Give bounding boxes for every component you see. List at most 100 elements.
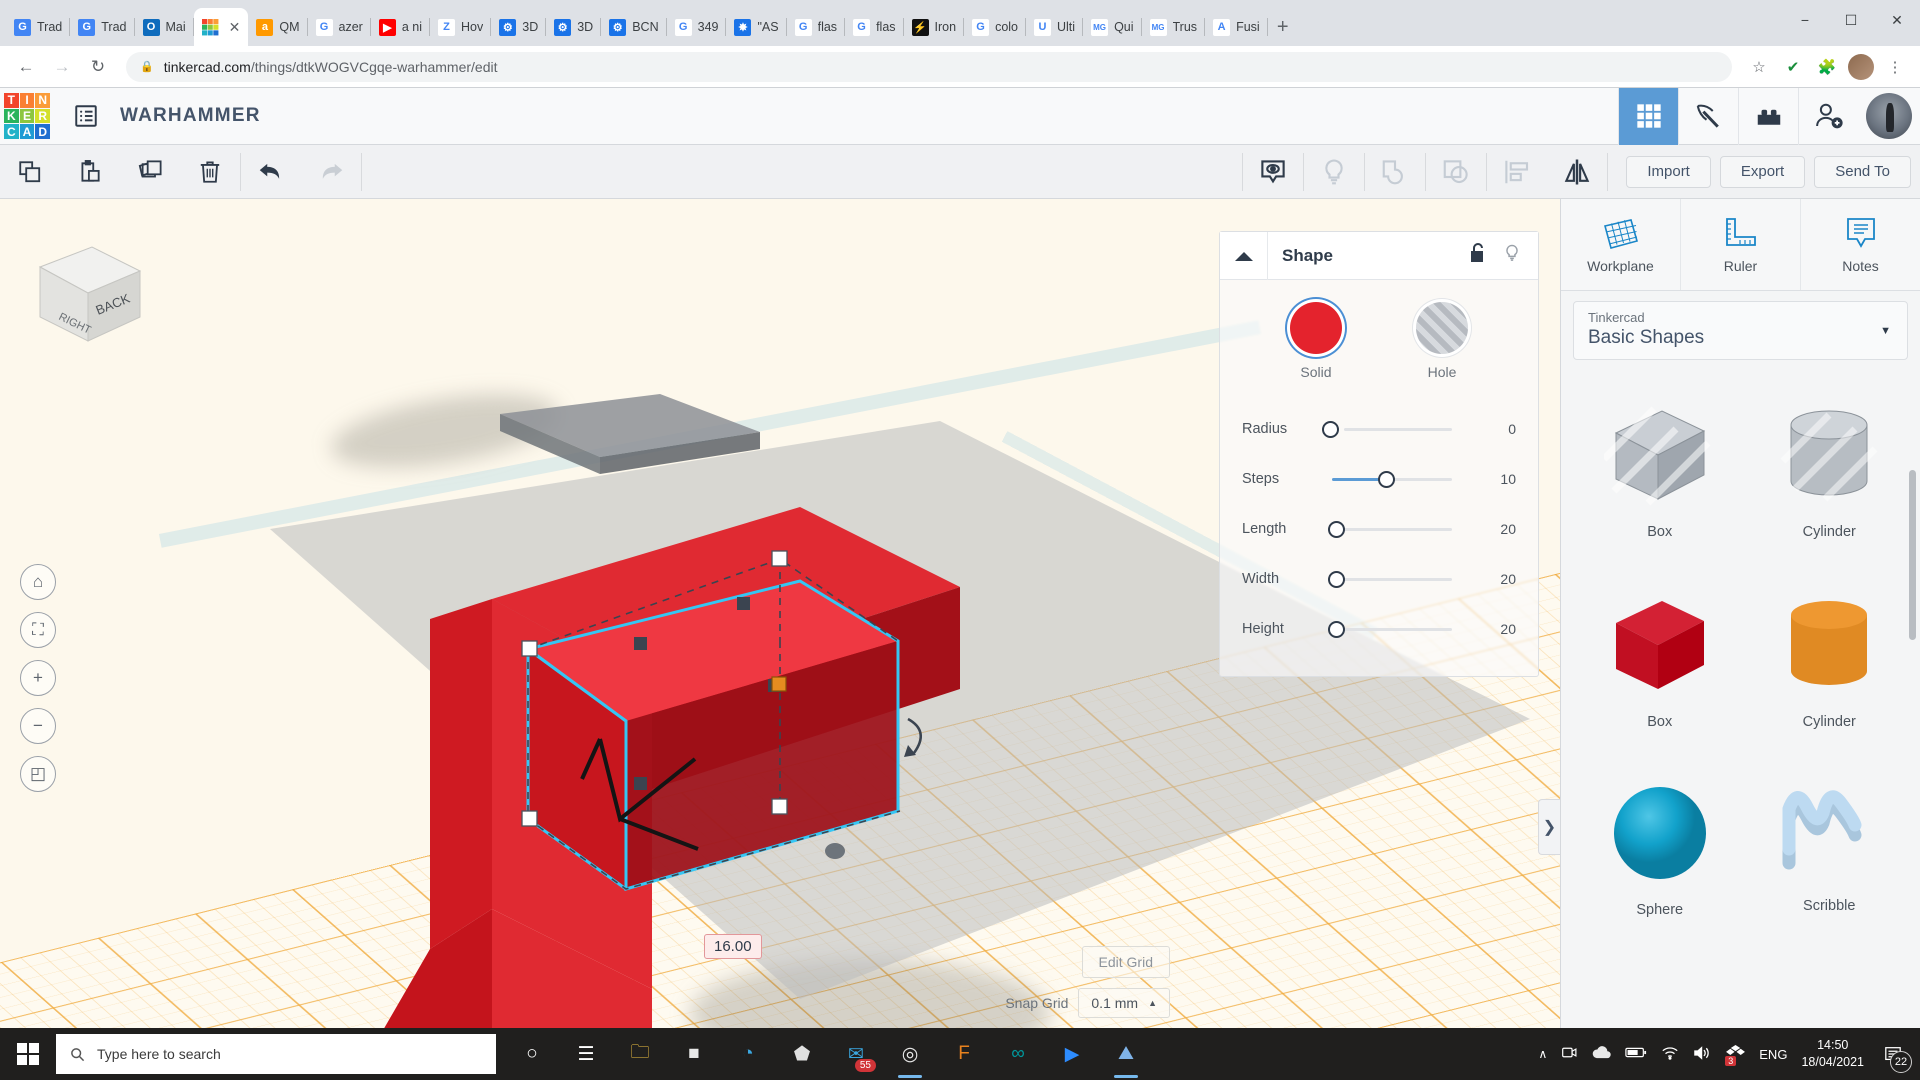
- slider-knob[interactable]: [1328, 621, 1345, 638]
- slider-knob[interactable]: [1328, 571, 1345, 588]
- browser-tab[interactable]: ⚡Iron: [904, 8, 965, 46]
- send-to-button[interactable]: Send To: [1814, 156, 1911, 188]
- chrome-menu-icon[interactable]: ⋮: [1880, 52, 1910, 82]
- store-icon[interactable]: ■: [670, 1028, 718, 1080]
- chrome-icon[interactable]: ◎: [886, 1028, 934, 1080]
- delete-icon[interactable]: [180, 145, 240, 199]
- solid-color-circle[interactable]: [1290, 302, 1342, 354]
- onedrive-icon[interactable]: [1592, 1045, 1611, 1063]
- export-button[interactable]: Export: [1720, 156, 1805, 188]
- shape-library-item[interactable]: Box: [1575, 564, 1745, 754]
- browser-tab[interactable]: GTrad: [70, 8, 134, 46]
- extensions-icon[interactable]: 🧩: [1812, 52, 1842, 82]
- brave-icon[interactable]: ⬟: [778, 1028, 826, 1080]
- profile-avatar[interactable]: [1846, 52, 1876, 82]
- undo-icon[interactable]: [241, 145, 301, 199]
- wifi-icon[interactable]: [1661, 1045, 1679, 1063]
- browser-tab[interactable]: MGTrus: [1142, 8, 1206, 46]
- browser-tab[interactable]: ✕: [194, 8, 249, 46]
- hole-swatch[interactable]: Hole: [1403, 302, 1481, 380]
- browser-tab[interactable]: ⚙BCN: [601, 8, 666, 46]
- browser-tab[interactable]: G349: [667, 8, 727, 46]
- edit-grid-button[interactable]: Edit Grid: [1082, 946, 1170, 978]
- fusion-icon[interactable]: F: [940, 1028, 988, 1080]
- zoom-out-icon[interactable]: −: [20, 708, 56, 744]
- property-value[interactable]: 20: [1470, 521, 1516, 537]
- back-button[interactable]: ←: [10, 51, 42, 83]
- workplane-tool[interactable]: Workplane: [1561, 199, 1681, 290]
- paste-icon[interactable]: [60, 145, 120, 199]
- shape-library-item[interactable]: Cylinder: [1745, 564, 1915, 754]
- close-tab-icon[interactable]: ✕: [229, 19, 241, 36]
- reload-button[interactable]: ↻: [82, 51, 114, 83]
- property-slider[interactable]: [1322, 419, 1470, 439]
- browser-tab[interactable]: aQM: [248, 8, 307, 46]
- browser-tab[interactable]: Gflas: [845, 8, 903, 46]
- browser-tab[interactable]: AFusi: [1205, 8, 1268, 46]
- project-menu-icon[interactable]: [66, 96, 106, 136]
- shape-library-item[interactable]: Scribble: [1745, 754, 1915, 944]
- group-icon[interactable]: [1365, 145, 1425, 199]
- notes-tool[interactable]: Notes: [1801, 199, 1920, 290]
- pickaxe-icon[interactable]: [1678, 88, 1738, 145]
- avatar[interactable]: [1866, 93, 1912, 139]
- shape-library-item[interactable]: Box: [1575, 374, 1745, 564]
- browser-tab[interactable]: Gazer: [308, 8, 371, 46]
- ruler-tool[interactable]: Ruler: [1681, 199, 1801, 290]
- copy-icon[interactable]: [0, 145, 60, 199]
- new-tab-button[interactable]: +: [1268, 12, 1298, 42]
- browser-tab[interactable]: Gflas: [787, 8, 845, 46]
- browser-tab[interactable]: MGQui: [1083, 8, 1141, 46]
- clock[interactable]: 14:50 18/04/2021: [1801, 1037, 1864, 1071]
- forward-button[interactable]: →: [46, 51, 78, 83]
- lock-open-icon[interactable]: [1468, 242, 1488, 269]
- slider-knob[interactable]: [1322, 421, 1339, 438]
- browser-tab[interactable]: ✸"AS: [726, 8, 786, 46]
- shape-library-select[interactable]: Tinkercad Basic Shapes ▼: [1573, 301, 1908, 360]
- volume-icon[interactable]: [1693, 1045, 1712, 1064]
- property-value[interactable]: 20: [1470, 621, 1516, 637]
- notification-center-button[interactable]: 22: [1878, 1039, 1908, 1069]
- search-input[interactable]: Type here to search: [56, 1034, 496, 1074]
- file-explorer-icon[interactable]: 🗀: [616, 1028, 664, 1080]
- view-cube[interactable]: RIGHT BACK: [20, 227, 140, 337]
- arduino-icon[interactable]: ∞: [994, 1028, 1042, 1080]
- collapse-inspector-button[interactable]: [1220, 232, 1268, 280]
- task-view-icon[interactable]: ○: [508, 1028, 556, 1080]
- collapse-panel-button[interactable]: ❯: [1538, 799, 1560, 855]
- slider-knob[interactable]: [1328, 521, 1345, 538]
- property-slider[interactable]: [1322, 619, 1470, 639]
- browser-tab[interactable]: Gcolo: [964, 8, 1026, 46]
- property-value[interactable]: 20: [1470, 571, 1516, 587]
- property-value[interactable]: 0: [1470, 421, 1516, 437]
- extension-check-icon[interactable]: ✔: [1778, 52, 1808, 82]
- lightbulb-note-icon[interactable]: [1304, 145, 1364, 199]
- browser-tab[interactable]: OMai: [135, 8, 194, 46]
- property-slider[interactable]: [1322, 569, 1470, 589]
- measurement-label[interactable]: 16.00: [704, 934, 762, 959]
- grid-icon[interactable]: [1618, 88, 1678, 145]
- zoom-in-icon[interactable]: +: [20, 660, 56, 696]
- browser-tab[interactable]: ⚙3D: [546, 8, 601, 46]
- fit-view-icon[interactable]: ⛶: [20, 612, 56, 648]
- browser-tab[interactable]: UUlti: [1026, 8, 1083, 46]
- shape-library-item[interactable]: Cylinder: [1745, 374, 1915, 564]
- redo-icon[interactable]: [301, 145, 361, 199]
- duplicate-icon[interactable]: [120, 145, 180, 199]
- shape-library-item[interactable]: Sphere: [1575, 754, 1745, 944]
- visibility-icon[interactable]: [1243, 145, 1303, 199]
- zoom-icon[interactable]: ▶: [1048, 1028, 1096, 1080]
- hole-pattern-circle[interactable]: [1416, 302, 1468, 354]
- lightbulb-icon[interactable]: [1502, 242, 1522, 269]
- slider-knob[interactable]: [1378, 471, 1395, 488]
- language-indicator[interactable]: ENG: [1759, 1047, 1787, 1062]
- orthographic-view-icon[interactable]: ◰: [20, 756, 56, 792]
- camera-icon[interactable]: [1561, 1044, 1578, 1064]
- property-slider[interactable]: [1322, 469, 1470, 489]
- photos-icon[interactable]: ⛰: [1102, 1028, 1150, 1080]
- align-icon[interactable]: [1487, 145, 1547, 199]
- mail-icon[interactable]: ✉55: [832, 1028, 880, 1080]
- add-user-icon[interactable]: [1798, 88, 1858, 145]
- bookmark-star-icon[interactable]: ☆: [1744, 52, 1774, 82]
- blocks-icon[interactable]: [1738, 88, 1798, 145]
